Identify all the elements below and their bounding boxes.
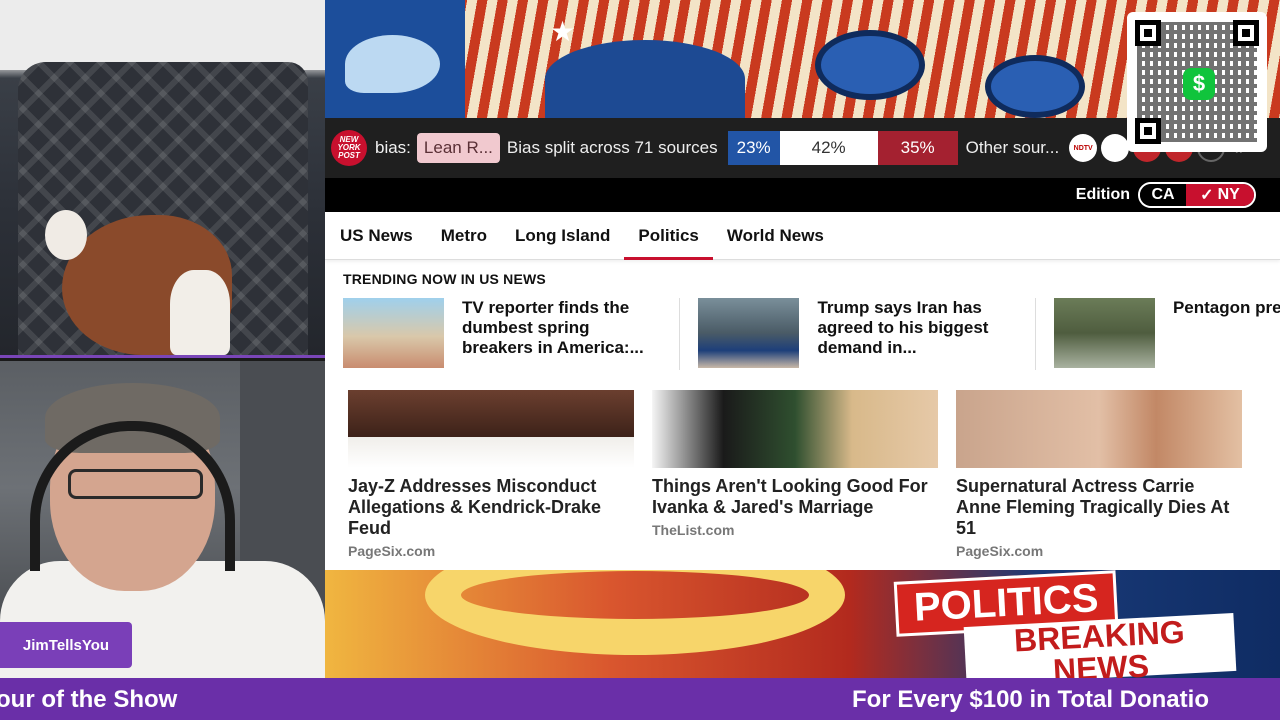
qr-finder: [1135, 20, 1161, 46]
promo-title[interactable]: Things Aren't Looking Good For Ivanka & …: [652, 476, 938, 518]
trending-list: TV reporter finds the dumbest spring bre…: [343, 298, 1280, 370]
trending-title: TRENDING NOW IN US NEWS: [343, 271, 546, 287]
promo-source: PageSix.com: [348, 543, 436, 559]
right-bias-segment[interactable]: 35%: [877, 131, 958, 165]
promo-title[interactable]: Supernatural Actress Carrie Anne Fleming…: [956, 476, 1242, 539]
nav-item-politics[interactable]: Politics: [624, 212, 714, 260]
lean-rating-pill[interactable]: Lean R...: [416, 133, 500, 163]
ndtv-icon[interactable]: NDTV: [1069, 134, 1098, 162]
edition-ny-label: NY: [1217, 186, 1240, 203]
nav-item-long-island[interactable]: Long Island: [515, 212, 610, 260]
sponsored-row: Jay-Z Addresses Misconduct Allegations &…: [348, 390, 1248, 559]
promo-title[interactable]: Jay-Z Addresses Misconduct Allegations &…: [348, 476, 634, 539]
edition-ny-option[interactable]: ✓ NY: [1186, 184, 1254, 206]
qr-finder: [1135, 118, 1161, 144]
megaphone-icon: [815, 30, 925, 100]
new-york-post-logo[interactable]: NEW YORK POST: [331, 130, 367, 166]
dog-head: [45, 210, 87, 260]
other-sources-label[interactable]: Other sour...: [966, 138, 1060, 158]
bird-icon: [345, 35, 440, 93]
promo-image[interactable]: [956, 390, 1242, 468]
banner-graphic: [425, 570, 845, 655]
ticker-text-left: our of the Show: [0, 686, 178, 713]
trending-item[interactable]: TV reporter finds the dumbest spring bre…: [343, 298, 681, 370]
bias-label: bias:: [375, 138, 411, 157]
trending-headline[interactable]: TV reporter finds the dumbest spring bre…: [462, 298, 661, 360]
cashapp-icon: $: [1183, 68, 1215, 100]
edition-ca-option[interactable]: CA: [1140, 184, 1186, 206]
browser-capture: ★ NEW YORK POST bias: Lean R... Bias spl…: [325, 0, 1280, 678]
megaphone-icon: [985, 55, 1085, 118]
trending-thumbnail[interactable]: [1053, 298, 1155, 368]
center-bias-segment[interactable]: 42%: [779, 131, 878, 165]
promo-card[interactable]: Jay-Z Addresses Misconduct Allegations &…: [348, 390, 634, 559]
nav-item-us-news[interactable]: US News: [340, 212, 413, 260]
cashapp-qr-code: $: [1127, 12, 1267, 152]
trending-headline[interactable]: Trump says Iran has agreed to his bigges…: [817, 298, 1016, 360]
hero-hat: [545, 40, 745, 118]
source-icon[interactable]: [1101, 134, 1130, 162]
edition-bar: Edition CA ✓ NY: [325, 178, 1280, 212]
section-nav: US News Metro Long Island Politics World…: [325, 212, 1280, 260]
donation-ticker: our of the Show For Every $100 in Total …: [0, 678, 1280, 720]
trending-item[interactable]: Trump says Iran has agreed to his bigges…: [698, 298, 1036, 370]
promo-card[interactable]: Things Aren't Looking Good For Ivanka & …: [652, 390, 938, 559]
trending-item[interactable]: Pentagon prepa... 3,000 troops fro... Ar…: [1053, 298, 1280, 370]
wall: [0, 0, 325, 70]
nav-item-metro[interactable]: Metro: [441, 212, 487, 260]
promo-source: PageSix.com: [956, 543, 1044, 559]
check-icon: ✓: [1200, 187, 1214, 204]
trending-headline[interactable]: Pentagon prepa... 3,000 troops fro... Ar…: [1173, 298, 1280, 360]
politics-banner-illustration: POLITICS BREAKING NEWS: [325, 570, 1280, 678]
dog-camera-feed: [0, 0, 325, 358]
edition-label: Edition: [1075, 186, 1130, 203]
host-name-badge: JimTellsYou: [0, 622, 132, 668]
stream-stage: JimTellsYou ★ NEW YORK POST bias: Lean R…: [0, 0, 1280, 720]
qr-finder: [1233, 20, 1259, 46]
dog-white-patch: [170, 270, 230, 355]
promo-image[interactable]: [652, 390, 938, 468]
star-icon: ★: [550, 16, 576, 47]
promo-image[interactable]: [348, 390, 634, 468]
trending-thumbnail[interactable]: [698, 298, 800, 368]
edition-toggle: CA ✓ NY: [1138, 182, 1256, 208]
nav-item-world-news[interactable]: World News: [727, 212, 824, 260]
promo-card[interactable]: Supernatural Actress Carrie Anne Fleming…: [956, 390, 1242, 559]
left-bias-segment[interactable]: 23%: [727, 131, 780, 165]
trending-thumbnail[interactable]: [343, 298, 444, 368]
ticker-text-right: For Every $100 in Total Donatio: [852, 686, 1209, 713]
bias-split-text: Bias split across 71 sources: [506, 138, 718, 157]
promo-source: TheList.com: [652, 522, 735, 538]
